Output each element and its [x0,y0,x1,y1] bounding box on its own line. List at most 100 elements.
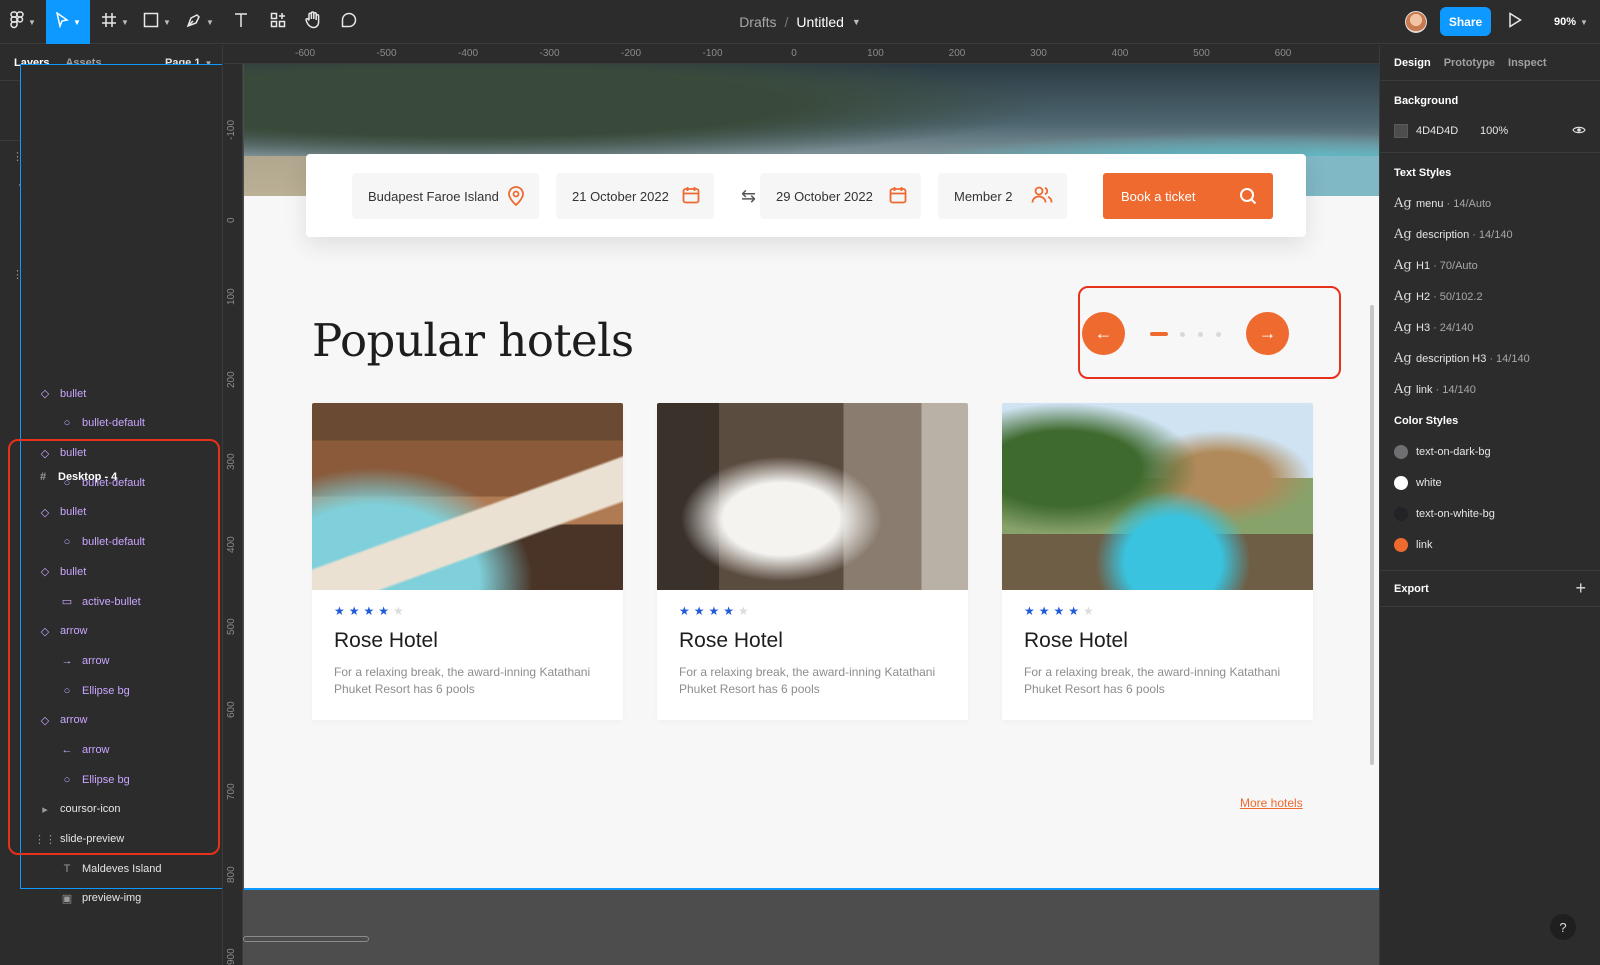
color-style-name: text-on-white-bg [1416,507,1495,520]
color-style-row[interactable]: text-on-white-bg [1394,498,1586,529]
zoom-menu[interactable]: 90% ▼ [1554,0,1588,44]
destination-field[interactable]: Budapest Faroe Island [352,173,539,219]
move-tool-button[interactable]: ▼ [46,0,90,44]
text-style-meta: · 50/102.2 [1433,290,1483,303]
layer-row[interactable]: ◇ bullet [0,379,222,409]
layer-row[interactable]: ◇ arrow [0,705,222,735]
text-style-row[interactable]: Ag link · 14/140 [1394,374,1586,405]
layer-row[interactable]: T Maldeves Island [0,854,222,884]
text-style-meta: · 14/Auto [1446,197,1492,210]
hotel-card[interactable]: ★★★★★ Rose Hotel For a relaxing break, t… [312,403,623,720]
help-button[interactable]: ? [1550,914,1576,940]
text-style-row[interactable]: Ag description H3 · 14/140 [1394,343,1586,374]
shape-tool-button[interactable]: ▼ [138,0,176,44]
layer-label: bullet-default [82,476,145,489]
star-icon: ★ [393,604,408,618]
layer-row[interactable]: ○ bullet-default [0,527,222,557]
resources-tool-button[interactable] [263,0,293,44]
present-button[interactable] [1508,12,1522,33]
layer-row[interactable]: ▭ active-bullet [0,587,222,617]
color-swatch [1394,506,1408,521]
swap-dates-icon[interactable]: ⇆ [741,186,756,207]
hotel-card[interactable]: ★★★★★ Rose Hotel For a relaxing break, t… [1002,403,1313,720]
background-opacity[interactable]: 100% [1480,125,1508,137]
desktop-frame[interactable]: Budapest Faroe Island 21 October 2022 ⇆ … [244,64,1379,889]
color-styles-list: text-on-dark-bg white text-on-white-bg link [1394,436,1586,570]
layer-row[interactable]: ◇ arrow [0,616,222,646]
canvas[interactable]: -600 -500 -400 -300 -200 -100 0 100 200 300 400 500… [224,45,1379,965]
tab-inspect[interactable]: Inspect [1508,57,1547,69]
layer-label: slide-preview [60,833,125,846]
slider-bullet[interactable] [1216,332,1221,337]
instance-icon: ◇ [40,447,50,460]
instance-icon: ◇ [40,506,50,519]
text-style-row[interactable]: Ag H1 · 70/Auto [1394,250,1586,281]
check-in-field[interactable]: 21 October 2022 [556,173,714,219]
slider-next-button[interactable]: → [1246,312,1289,355]
more-hotels-link[interactable]: More hotels [1240,796,1303,810]
main-menu-button[interactable]: ▼ [0,0,46,44]
check-out-value: 29 October 2022 [776,188,873,204]
tab-design[interactable]: Design [1394,57,1431,69]
layer-row[interactable]: ← arrow [0,735,222,765]
ruler-tick-label: -300 [539,48,560,59]
color-style-row[interactable]: text-on-dark-bg [1394,436,1586,467]
text-style-name: description H3 [1416,352,1487,365]
layer-row[interactable]: ⋮⋮ slide-preview [0,824,222,854]
background-section: Background 4D4D4D 100% [1380,85,1600,153]
breadcrumb-project[interactable]: Drafts [739,14,776,30]
layer-row[interactable]: ◇ bullet [0,557,222,587]
hand-tool-button[interactable] [298,0,328,44]
color-style-row[interactable]: link [1394,529,1586,560]
share-button[interactable]: Share [1440,7,1491,36]
ruler-tick-label: 500 [1193,48,1210,59]
eye-icon[interactable] [1572,124,1586,138]
members-field[interactable]: Member 2 [938,173,1067,219]
hotel-card[interactable]: ★★★★★ Rose Hotel For a relaxing break, t… [657,403,968,720]
cursor-icon [55,10,69,33]
layer-row[interactable]: ◇ bullet [0,498,222,528]
chevron-down-icon[interactable]: ▼ [852,17,861,27]
layer-row[interactable]: ▣ preview-img [0,884,222,914]
layer-row[interactable]: ◇ bullet [0,438,222,468]
layer-row[interactable]: ○ bullet-default [0,468,222,498]
slider-bullet[interactable] [1180,332,1185,337]
layer-label: coursor-icon [60,803,121,816]
text-style-row[interactable]: Ag H3 · 24/140 [1394,312,1586,343]
text-tool-button[interactable] [226,0,256,44]
book-ticket-button[interactable]: Book a ticket [1103,173,1273,219]
location-pin-icon [507,186,525,209]
layer-row[interactable]: ○ Ellipse bg [0,676,222,706]
add-export-button[interactable]: + [1575,578,1586,599]
text-style-row[interactable]: Ag H2 · 50/102.2 [1394,281,1586,312]
horizontal-scrollbar[interactable] [243,936,369,942]
layer-row[interactable]: ○ Ellipse bg [0,765,222,795]
background-hex[interactable]: 4D4D4D [1416,125,1458,137]
star-icon: ★★★★ [679,604,739,618]
layer-row[interactable]: ▸ coursor-icon [0,795,222,825]
active-bullet[interactable] [1150,332,1168,336]
slider-bullet[interactable] [1198,332,1203,337]
pen-tool-button[interactable]: ▼ [181,0,219,44]
color-style-row[interactable]: white [1394,467,1586,498]
avatar[interactable] [1405,11,1427,33]
ruler-tick-label: 400 [226,535,237,553]
comment-tool-button[interactable] [334,0,364,44]
rectangle-icon [143,12,159,33]
background-row[interactable]: 4D4D4D 100% [1394,116,1586,146]
slider-prev-button[interactable]: ← [1082,312,1125,355]
frame-tool-button[interactable]: ▼ [96,0,134,44]
instance-icon: ◇ [40,388,50,401]
ruler-tick-label: -100 [226,119,237,140]
check-out-field[interactable]: 29 October 2022 [760,173,921,219]
frame-selection-edge [244,888,1379,890]
layer-row[interactable]: ○ bullet-default [0,409,222,439]
layer-row[interactable]: → arrow [0,646,222,676]
background-swatch[interactable] [1394,124,1408,138]
vertical-scrollbar[interactable] [1370,305,1374,765]
text-style-row[interactable]: Ag menu · 14/Auto [1394,188,1586,219]
file-name[interactable]: Untitled [796,14,843,30]
tab-prototype[interactable]: Prototype [1444,57,1495,69]
hotel-bedroom-image [657,403,968,590]
text-style-row[interactable]: Ag description · 14/140 [1394,219,1586,250]
